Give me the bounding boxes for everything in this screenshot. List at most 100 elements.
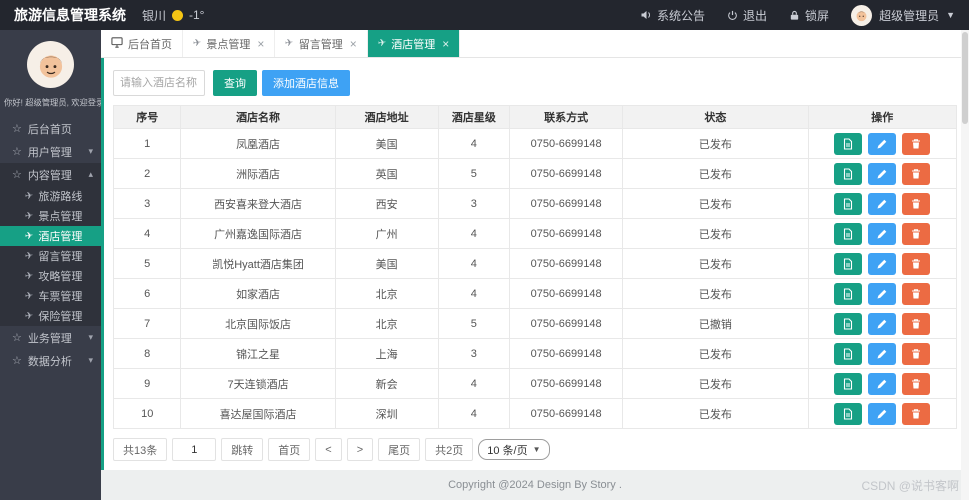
- delete-button[interactable]: [902, 192, 931, 215]
- page-size-select[interactable]: 10 条/页 ▼: [478, 439, 550, 460]
- view-button[interactable]: [834, 132, 863, 155]
- delete-button[interactable]: [902, 342, 931, 365]
- actions-cell: [807, 248, 958, 279]
- status-cell: 已发布: [622, 368, 809, 399]
- lock-screen-button[interactable]: 锁屏: [789, 7, 829, 24]
- table-row: 4 广州嘉逸国际酒店 广州 4 0750-6699148 已发布: [112, 218, 958, 249]
- table-row: 6 如家酒店 北京 4 0750-6699148 已发布: [112, 278, 958, 309]
- sidebar-item-message-management[interactable]: ✈ 留言管理: [0, 246, 101, 266]
- page-size-value: 10 条/页: [487, 444, 528, 457]
- sidebar-item-label: 留言管理: [38, 251, 83, 263]
- phone-cell: 0750-6699148: [509, 308, 624, 339]
- edit-button[interactable]: [868, 252, 897, 275]
- sidebar-item-travel-routes[interactable]: ✈ 旅游路线: [0, 186, 101, 206]
- edit-button[interactable]: [868, 402, 897, 425]
- edit-button[interactable]: [868, 282, 897, 305]
- plane-icon: ✈: [284, 37, 295, 50]
- tab-backend-home[interactable]: 后台首页: [101, 30, 183, 57]
- view-button[interactable]: [834, 342, 863, 365]
- delete-button[interactable]: [902, 372, 931, 395]
- address-cell: 新会: [334, 368, 439, 399]
- query-button[interactable]: 查询: [213, 70, 257, 96]
- logout-button[interactable]: 退出: [727, 7, 767, 24]
- view-button[interactable]: [834, 252, 863, 275]
- sidebar-item-label: 内容管理: [27, 169, 72, 182]
- app-title: 旅游信息管理系统: [14, 7, 126, 23]
- tab-message-management[interactable]: ✈ 留言管理 ×: [275, 30, 368, 57]
- sidebar-item-content-management[interactable]: ☆ 内容管理 ▴: [0, 163, 101, 186]
- view-button[interactable]: [834, 372, 863, 395]
- edit-button[interactable]: [868, 372, 897, 395]
- topbar-actions: 系统公告 退出 锁屏 超级管理员 ▼: [640, 4, 969, 26]
- view-button[interactable]: [834, 162, 863, 185]
- announcement-button[interactable]: 系统公告: [640, 7, 705, 24]
- delete-button[interactable]: [902, 282, 931, 305]
- hotel-name-search-input[interactable]: [113, 70, 205, 96]
- close-icon[interactable]: ×: [350, 37, 357, 51]
- last-page-button[interactable]: 尾页: [378, 438, 421, 461]
- delete-button[interactable]: [902, 222, 931, 245]
- sidebar-item-hotel-management[interactable]: ✈ 酒店管理: [0, 226, 101, 246]
- delete-button[interactable]: [902, 252, 931, 275]
- user-menu[interactable]: 超级管理员 ▼: [851, 4, 955, 26]
- close-icon[interactable]: ×: [442, 37, 449, 51]
- edit-button[interactable]: [868, 132, 897, 155]
- lock-icon: [789, 10, 800, 21]
- tab-scenic-management[interactable]: ✈ 景点管理 ×: [183, 30, 276, 57]
- hotel-name-cell: 凤凰酒店: [180, 128, 336, 159]
- hotel-name-cell: 西安喜来登大酒店: [180, 188, 336, 219]
- close-icon[interactable]: ×: [257, 37, 264, 51]
- sidebar-item-insurance-management[interactable]: ✈ 保险管理: [0, 306, 101, 326]
- sidebar-item-user-management[interactable]: ☆ 用户管理 ▾: [0, 140, 101, 163]
- plane-icon: ✈: [24, 209, 35, 223]
- serial-cell: 7: [112, 308, 182, 339]
- prev-page-button[interactable]: <: [315, 438, 342, 461]
- phone-cell: 0750-6699148: [509, 158, 624, 189]
- avatar: [27, 41, 74, 88]
- sidebar-menu: ☆ 后台首页 ☆ 用户管理 ▾ ☆ 内容管理 ▴ ✈ 旅游路线 ✈ 景点管理 ✈…: [0, 117, 101, 372]
- scrollbar[interactable]: [961, 30, 969, 500]
- sidebar-item-ticket-management[interactable]: ✈ 车票管理: [0, 286, 101, 306]
- edit-button[interactable]: [868, 192, 897, 215]
- footer: Copyright @2024 Design By Story . CSDN @…: [101, 470, 969, 500]
- edit-button[interactable]: [868, 162, 897, 185]
- table-row: 1 凤凰酒店 美国 4 0750-6699148 已发布: [112, 128, 958, 159]
- address-cell: 美国: [334, 128, 439, 159]
- view-button[interactable]: [834, 312, 863, 335]
- hotel-name-cell: 凯悦Hyatt酒店集团: [180, 248, 336, 279]
- scrollbar-thumb[interactable]: [962, 32, 968, 124]
- view-button[interactable]: [834, 402, 863, 425]
- add-hotel-button[interactable]: 添加酒店信息: [262, 70, 350, 96]
- sidebar-item-data-analysis[interactable]: ☆ 数据分析 ▾: [0, 349, 101, 372]
- edit-button[interactable]: [868, 222, 897, 245]
- delete-button[interactable]: [902, 402, 931, 425]
- first-page-button[interactable]: 首页: [268, 438, 311, 461]
- edit-button[interactable]: [868, 342, 897, 365]
- header-operations: 操作: [807, 105, 958, 129]
- sidebar-item-guide-management[interactable]: ✈ 攻略管理: [0, 266, 101, 286]
- edit-button[interactable]: [868, 312, 897, 335]
- header-stars: 酒店星级: [437, 105, 511, 129]
- sidebar-item-label: 用户管理: [27, 146, 72, 159]
- sidebar-item-scenic-management[interactable]: ✈ 景点管理: [0, 206, 101, 226]
- tab-hotel-management[interactable]: ✈ 酒店管理 ×: [367, 30, 461, 57]
- view-button[interactable]: [834, 282, 863, 305]
- view-button[interactable]: [834, 222, 863, 245]
- delete-button[interactable]: [902, 162, 931, 185]
- star-icon: ☆: [12, 146, 22, 158]
- plane-icon: ✈: [24, 249, 35, 263]
- sidebar-item-business-management[interactable]: ☆ 业务管理 ▾: [0, 326, 101, 349]
- delete-button[interactable]: [902, 312, 931, 335]
- stars-cell: 3: [437, 338, 511, 369]
- next-page-button[interactable]: >: [346, 438, 374, 461]
- stars-cell: 4: [437, 128, 511, 159]
- view-button[interactable]: [834, 192, 863, 215]
- delete-button[interactable]: [902, 132, 931, 155]
- table-row: 5 凯悦Hyatt酒店集团 美国 4 0750-6699148 已发布: [112, 248, 958, 279]
- page-number-input[interactable]: [172, 438, 217, 461]
- sun-icon: [172, 9, 184, 21]
- stars-cell: 5: [437, 158, 511, 189]
- jump-button[interactable]: 跳转: [221, 438, 264, 461]
- hotel-management-panel: 查询 添加酒店信息 序号 酒店名称 酒店地址 酒店星级 联系方式 状态 操作: [101, 58, 969, 470]
- sidebar-item-backend-home[interactable]: ☆ 后台首页: [0, 117, 101, 140]
